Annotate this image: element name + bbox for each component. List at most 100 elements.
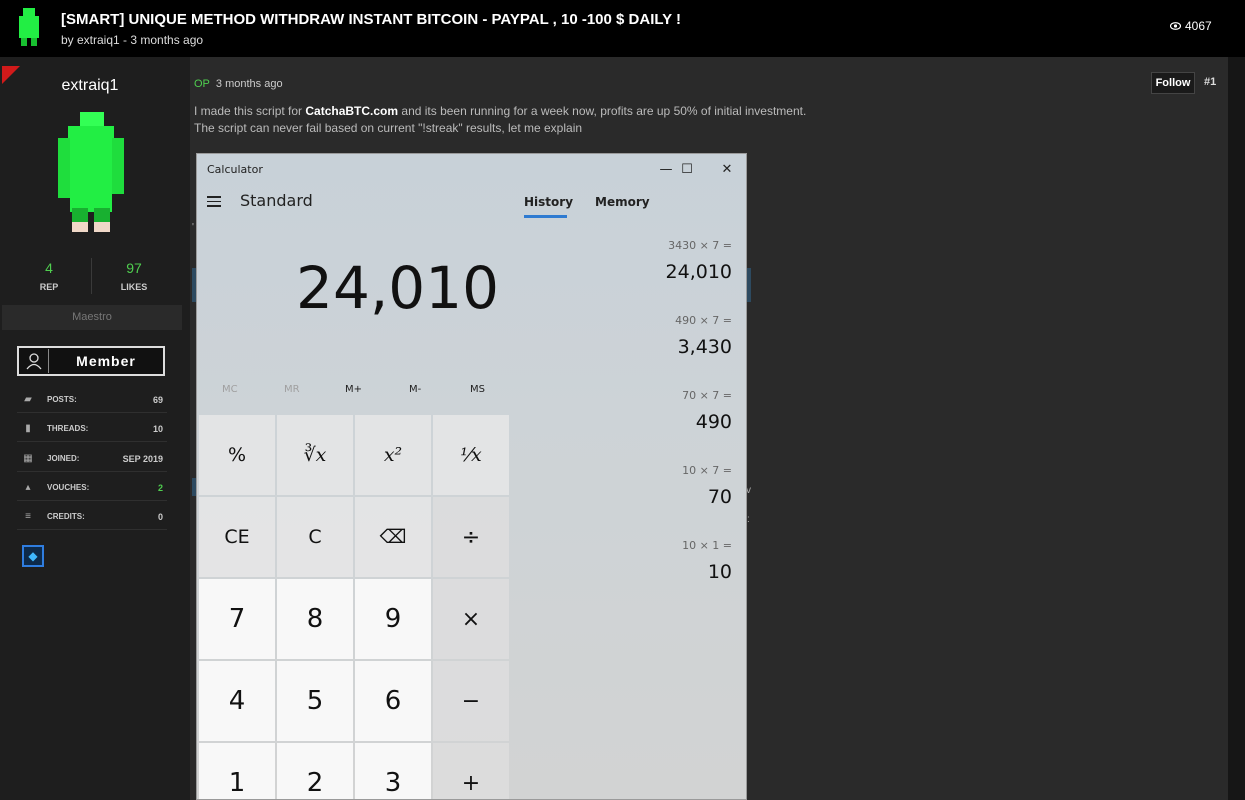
tab-history[interactable]: History: [524, 195, 573, 209]
clear-button[interactable]: C: [277, 497, 353, 577]
calendar-icon: ▦: [23, 453, 33, 464]
likes-stat: 97 LIKES: [104, 260, 164, 292]
stat-label: CREDITS:: [47, 512, 85, 521]
stat-value: 0: [157, 511, 163, 522]
text-fragment: :: [747, 514, 750, 525]
maximize-icon[interactable]: ☐: [670, 158, 704, 180]
digit-3-button[interactable]: 3: [355, 743, 431, 799]
stat-value: 10: [152, 423, 163, 434]
post-number[interactable]: #1: [1204, 76, 1216, 88]
digit-6-button[interactable]: 6: [355, 661, 431, 741]
percent-button[interactable]: %: [199, 415, 275, 495]
book-icon: ▮: [25, 423, 31, 434]
rep-stat: 4 REP: [19, 260, 79, 292]
post-time: 3 months ago: [215, 78, 283, 90]
thread-title: [SMART] UNIQUE METHOD WITHDRAW INSTANT B…: [61, 11, 682, 28]
digit-8-button[interactable]: 8: [277, 579, 353, 659]
history-result[interactable]: 3,430: [678, 336, 732, 358]
digit-2-button[interactable]: 2: [277, 743, 353, 799]
digit-4-button[interactable]: 4: [199, 661, 275, 741]
stat-label: VOUCHES:: [47, 483, 90, 492]
memory-recall-button[interactable]: MR: [284, 384, 300, 395]
square-button[interactable]: x²: [355, 415, 431, 495]
member-badge: Member: [17, 346, 165, 376]
follow-button[interactable]: Follow: [1151, 72, 1195, 94]
digit-5-button[interactable]: 5: [277, 661, 353, 741]
thread-header: [SMART] UNIQUE METHOD WITHDRAW INSTANT B…: [0, 0, 1245, 57]
tab-history-underline: [524, 215, 567, 218]
reciprocal-button[interactable]: ⅟x: [433, 415, 509, 495]
digit-7-button[interactable]: 7: [199, 579, 275, 659]
coins-icon: ≡: [25, 511, 31, 522]
post-meta: OP 3 months ago: [194, 78, 283, 90]
diamond-award-icon[interactable]: ◆: [22, 545, 44, 567]
history-expression[interactable]: 490 × 7 =: [675, 314, 732, 327]
history-expression[interactable]: 10 × 1 =: [682, 539, 732, 552]
cube-root-button[interactable]: ∛x: [277, 415, 353, 495]
multiply-button[interactable]: ×: [433, 579, 509, 659]
calculator-mode: Standard: [240, 191, 313, 210]
post-text-line-2: The script can never fail based on curre…: [194, 121, 583, 135]
stat-value: 2: [157, 482, 163, 493]
calculator-title: Calculator: [207, 163, 263, 176]
history-result[interactable]: 10: [708, 561, 732, 583]
divide-button[interactable]: ÷: [433, 497, 509, 577]
catchabtc-link[interactable]: CatchaBTC.com: [305, 104, 398, 118]
close-icon[interactable]: ✕: [710, 158, 744, 180]
view-count: 4067: [1170, 19, 1212, 33]
calculator-window[interactable]: Calculator — ☐ ✕ Standard History Memory…: [196, 153, 747, 800]
history-result[interactable]: 70: [708, 486, 732, 508]
stat-label: THREADS:: [47, 424, 89, 433]
history-result[interactable]: 490: [696, 411, 732, 433]
stat-row-vouches: ▴ VOUCHES: 2: [17, 475, 167, 501]
likes-label: LIKES: [120, 282, 148, 292]
memory-store-button[interactable]: MS: [470, 384, 485, 395]
keypad: % ∛x x² ⅟x CE C ⌫ ÷ 7 8 9 × 4 5 6 − 1 2 …: [199, 415, 509, 799]
view-count-value: 4067: [1185, 19, 1212, 33]
history-expression[interactable]: 10 × 7 =: [682, 464, 732, 477]
chat-icon: ▰: [24, 394, 32, 405]
rep-value: 4: [45, 260, 53, 276]
hamburger-menu-icon[interactable]: [207, 196, 221, 210]
history-expression[interactable]: 3430 × 7 =: [668, 239, 732, 252]
thumbs-up-icon: ▴: [25, 482, 31, 493]
plus-button[interactable]: +: [433, 743, 509, 799]
memory-clear-button[interactable]: MC: [222, 384, 238, 395]
likes-value: 97: [126, 260, 142, 276]
text-fragment: ': [192, 222, 194, 233]
op-tag: OP: [194, 78, 210, 90]
user-rank: Maestro: [2, 305, 182, 330]
post-text-line-1: I made this script for CatchaBTC.com and…: [194, 104, 806, 118]
scroll-track[interactable]: [1228, 57, 1245, 800]
rep-label: REP: [39, 282, 59, 292]
stat-row-joined: ▦ JOINED: SEP 2019: [17, 446, 167, 472]
history-expression[interactable]: 70 × 7 =: [682, 389, 732, 402]
tab-memory[interactable]: Memory: [595, 195, 650, 209]
stat-value: 69: [152, 394, 163, 405]
stat-label: POSTS:: [47, 395, 77, 404]
stat-row-posts: ▰ POSTS: 69: [17, 387, 167, 413]
calculator-display: 24,010: [296, 254, 499, 322]
post-text: I made this script for: [194, 104, 306, 118]
stat-row-credits: ≡ CREDITS: 0: [17, 504, 167, 530]
post-text: and its been running for a week now, pro…: [398, 104, 807, 118]
user-avatar-small[interactable]: [14, 6, 44, 48]
user-avatar[interactable]: [50, 110, 130, 235]
username[interactable]: extraiq1: [0, 77, 180, 95]
history-result[interactable]: 24,010: [666, 261, 732, 283]
eye-icon: [1170, 22, 1181, 30]
stat-label: JOINED:: [47, 454, 80, 463]
stat-value: SEP 2019: [122, 453, 163, 464]
memory-add-button[interactable]: M+: [345, 384, 362, 395]
digit-1-button[interactable]: 1: [199, 743, 275, 799]
user-icon: [19, 349, 49, 373]
minus-button[interactable]: −: [433, 661, 509, 741]
member-badge-label: Member: [76, 353, 136, 369]
backspace-icon[interactable]: ⌫: [355, 497, 431, 577]
digit-9-button[interactable]: 9: [355, 579, 431, 659]
thread-byline[interactable]: by extraiq1 - 3 months ago: [61, 33, 203, 47]
clear-entry-button[interactable]: CE: [199, 497, 275, 577]
memory-subtract-button[interactable]: M-: [409, 384, 421, 395]
stat-divider: [91, 258, 92, 294]
stat-row-threads: ▮ THREADS: 10: [17, 416, 167, 442]
